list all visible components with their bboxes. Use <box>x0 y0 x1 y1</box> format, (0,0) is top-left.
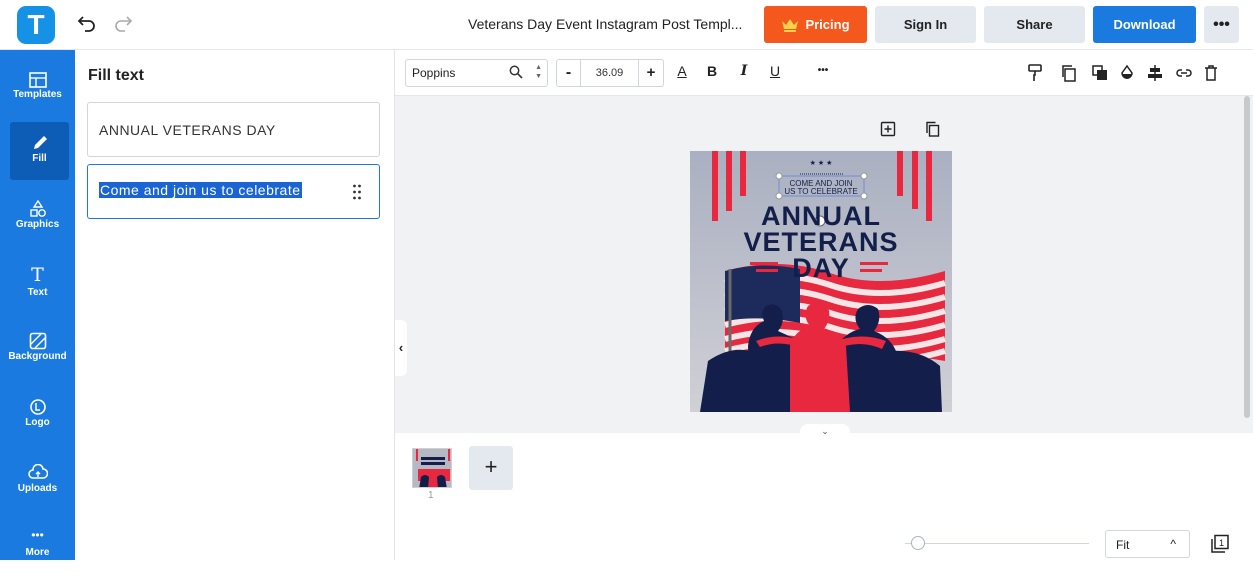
left-sidebar: Templates Fill Graphics T Text Backgroun… <box>0 50 75 560</box>
sidebar-item-text[interactable]: T Text <box>0 256 75 314</box>
font-size-input[interactable]: 36.09 <box>581 60 639 86</box>
logo-icon <box>29 399 46 415</box>
text-field-title[interactable]: ANNUAL VETERANS DAY <box>87 102 380 157</box>
sidebar-label-fill: Fill <box>32 153 47 164</box>
poster-stars: ★ ★ ★ <box>809 160 833 167</box>
fill-text-panel: Fill text ANNUAL VETERANS DAY Come and j… <box>75 50 395 560</box>
pricing-label: Pricing <box>805 17 850 32</box>
document-title[interactable]: Veterans Day Event Instagram Post Templ.… <box>468 16 742 32</box>
trash-icon[interactable] <box>1202 64 1220 82</box>
top-bar: T Veterans Day Event Instagram Post Temp… <box>0 0 1253 50</box>
canvas-scrollbar[interactable] <box>1244 96 1250 418</box>
add-page-button[interactable]: + <box>469 446 513 490</box>
chevron-up-icon: ^ <box>1170 537 1176 551</box>
search-icon[interactable] <box>509 65 523 79</box>
sidebar-label-templates: Templates <box>13 89 62 100</box>
sidebar-item-more[interactable]: ••• More <box>0 516 75 574</box>
poster-title-line3[interactable]: DAY <box>690 253 952 284</box>
collapse-panel-button[interactable]: ‹ <box>395 320 407 376</box>
link-icon[interactable] <box>1175 64 1193 82</box>
sidebar-label-uploads: Uploads <box>17 483 58 494</box>
redo-icon[interactable] <box>113 13 133 33</box>
page-thumbnail[interactable] <box>412 448 452 488</box>
text-icon: T <box>31 264 44 286</box>
opacity-icon[interactable] <box>1118 64 1136 82</box>
sidebar-label-graphics: Graphics <box>15 219 60 230</box>
sidebar-label-logo: Logo <box>25 417 50 428</box>
align-icon[interactable] <box>1146 64 1164 82</box>
text-color-button[interactable]: A <box>673 63 691 79</box>
font-spinner-icon[interactable]: ▲ ▼ <box>535 63 542 81</box>
more-text-options-button[interactable]: ••• <box>814 65 832 76</box>
zoom-select[interactable]: Fit ^ <box>1105 530 1190 558</box>
app-logo[interactable]: T <box>17 6 55 44</box>
duplicate-icon[interactable] <box>1060 64 1078 82</box>
pricing-button[interactable]: Pricing <box>764 6 867 43</box>
text-toolbar: Poppins ▲ ▼ - 36.09 + A B I U ••• <box>395 50 1253 96</box>
download-button[interactable]: Download <box>1093 6 1196 43</box>
drag-handle-icon[interactable] <box>352 183 362 201</box>
sidebar-item-uploads[interactable]: Uploads <box>0 454 75 512</box>
more-icon: ••• <box>31 528 44 542</box>
add-element-icon[interactable] <box>880 121 896 137</box>
format-painter-icon[interactable] <box>1026 64 1044 82</box>
page-overview-icon[interactable]: 1 <box>1210 534 1230 554</box>
font-size-decrease-button[interactable]: - <box>557 60 581 86</box>
svg-text:1: 1 <box>1219 538 1224 548</box>
text-field-title-value[interactable]: ANNUAL VETERANS DAY <box>99 122 276 138</box>
pencil-icon <box>33 136 47 149</box>
sidebar-item-graphics[interactable]: Graphics <box>0 190 75 248</box>
sidebar-item-fill[interactable]: Fill <box>10 122 69 180</box>
page-thumbnail-preview <box>413 449 451 487</box>
share-button[interactable]: Share <box>984 6 1085 43</box>
crown-icon <box>782 18 799 32</box>
sidebar-item-logo[interactable]: Logo <box>0 388 75 446</box>
sidebar-item-templates[interactable]: Templates <box>0 60 75 118</box>
zoom-slider-handle[interactable] <box>911 536 925 550</box>
italic-button[interactable]: I <box>735 63 753 79</box>
font-size-increase-button[interactable]: + <box>639 60 663 86</box>
sidebar-label-more: More <box>25 547 50 558</box>
font-family-value: Poppins <box>412 66 456 80</box>
zoom-value: Fit <box>1116 538 1130 552</box>
layer-order-icon[interactable] <box>1091 64 1109 82</box>
bold-button[interactable]: B <box>703 63 721 79</box>
poster-subtitle-line2[interactable]: US TO CELEBRATE <box>690 187 952 196</box>
underline-button[interactable]: U <box>766 63 784 79</box>
font-size-stepper: - 36.09 + <box>556 59 664 87</box>
shapes-icon <box>29 200 46 217</box>
background-icon <box>29 332 46 350</box>
text-field-subtitle[interactable]: Come and join us to celebrate <box>87 164 380 219</box>
panel-title: Fill text <box>88 67 145 84</box>
font-family-select[interactable]: Poppins ▲ ▼ <box>405 59 548 87</box>
sidebar-label-text: Text <box>27 287 48 298</box>
upload-cloud-icon <box>27 464 48 479</box>
more-options-button[interactable]: ••• <box>1204 6 1239 43</box>
duplicate-page-icon[interactable] <box>925 121 941 137</box>
text-field-subtitle-value[interactable]: Come and join us to celebrate <box>99 182 302 198</box>
undo-icon[interactable] <box>77 13 97 33</box>
templates-icon <box>28 72 47 88</box>
zoom-slider-track[interactable] <box>905 543 1089 544</box>
design-poster[interactable]: ★ ★ ★ COME AND JOIN US TO CELEBRATE ANNU… <box>690 151 952 412</box>
sign-in-button[interactable]: Sign In <box>875 6 976 43</box>
sidebar-label-background: Background <box>8 351 67 362</box>
page-number: 1 <box>428 490 434 501</box>
sidebar-item-background[interactable]: Background <box>0 322 75 380</box>
